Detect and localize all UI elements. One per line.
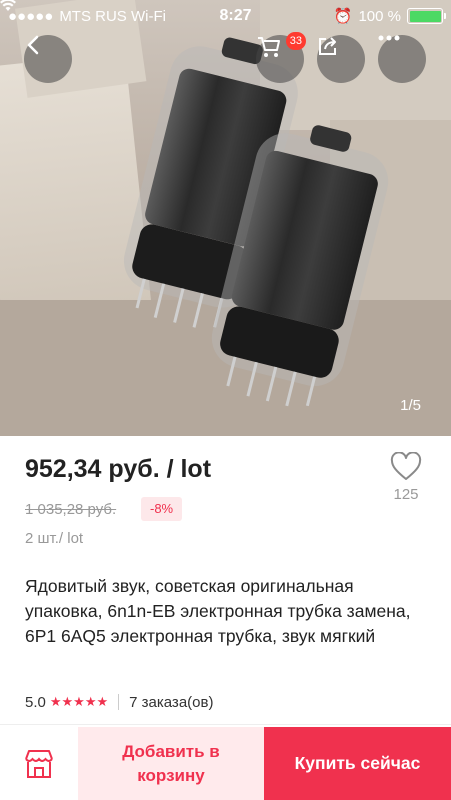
favorites-count: 125 <box>393 486 419 503</box>
clock: 8:27 <box>219 7 252 24</box>
cart-icon <box>258 37 280 57</box>
share-button[interactable] <box>317 35 365 83</box>
more-dots-icon <box>378 35 400 41</box>
alarm-icon: ⏰ <box>333 8 353 25</box>
buy-now-label: Купить сейчас <box>294 753 421 773</box>
more-button[interactable] <box>378 35 426 83</box>
price: 952,34 руб. / lot <box>25 455 212 483</box>
orders-count: 7 заказа(ов) <box>129 693 214 711</box>
battery-label: 100 % <box>358 7 401 25</box>
buy-now-button[interactable]: Купить сейчас <box>264 727 451 800</box>
add-to-cart-label: Добавить в корзину <box>122 741 220 785</box>
back-button[interactable] <box>24 35 72 83</box>
lot-quantity: 2 шт./ lot <box>25 530 84 547</box>
product-page: ●●●●● MTS RUS Wi-Fi 8:27 ⏰ 100 % 33 1/5 … <box>0 0 451 800</box>
rating-stars: ★★★★★ <box>49 694 109 709</box>
divider <box>118 694 120 710</box>
action-bar: Добавить в корзину Купить сейчас <box>0 727 451 800</box>
heart-icon <box>390 452 422 480</box>
cart-count-badge: 33 <box>285 32 306 50</box>
rating-value: 5.0 <box>25 693 46 711</box>
photo-counter: 1/5 <box>400 397 421 414</box>
share-icon <box>319 37 336 55</box>
discount-badge: -8% <box>141 497 183 521</box>
battery-icon <box>407 8 446 24</box>
old-price: 1 035,28 руб. <box>25 501 117 518</box>
store-button[interactable] <box>0 727 78 800</box>
add-to-cart-button[interactable]: Добавить в корзину <box>78 727 264 800</box>
chevron-left-icon <box>27 35 39 55</box>
cart-button[interactable]: 33 <box>256 32 306 83</box>
product-title: Ядовитый звук, советская оригинальная уп… <box>25 576 411 646</box>
status-bar: ●●●●● MTS RUS Wi-Fi 8:27 ⏰ 100 % <box>0 0 451 32</box>
favorite-button[interactable]: 125 <box>384 452 428 503</box>
product-photo[interactable]: ●●●●● MTS RUS Wi-Fi 8:27 ⏰ 100 % 33 1/5 <box>0 0 451 436</box>
carrier-label: MTS RUS Wi-Fi <box>59 7 166 25</box>
divider <box>0 724 451 725</box>
store-icon <box>25 749 53 778</box>
rating-row[interactable]: 5.0 ★★★★★ 7 заказа(ов) <box>25 692 213 712</box>
